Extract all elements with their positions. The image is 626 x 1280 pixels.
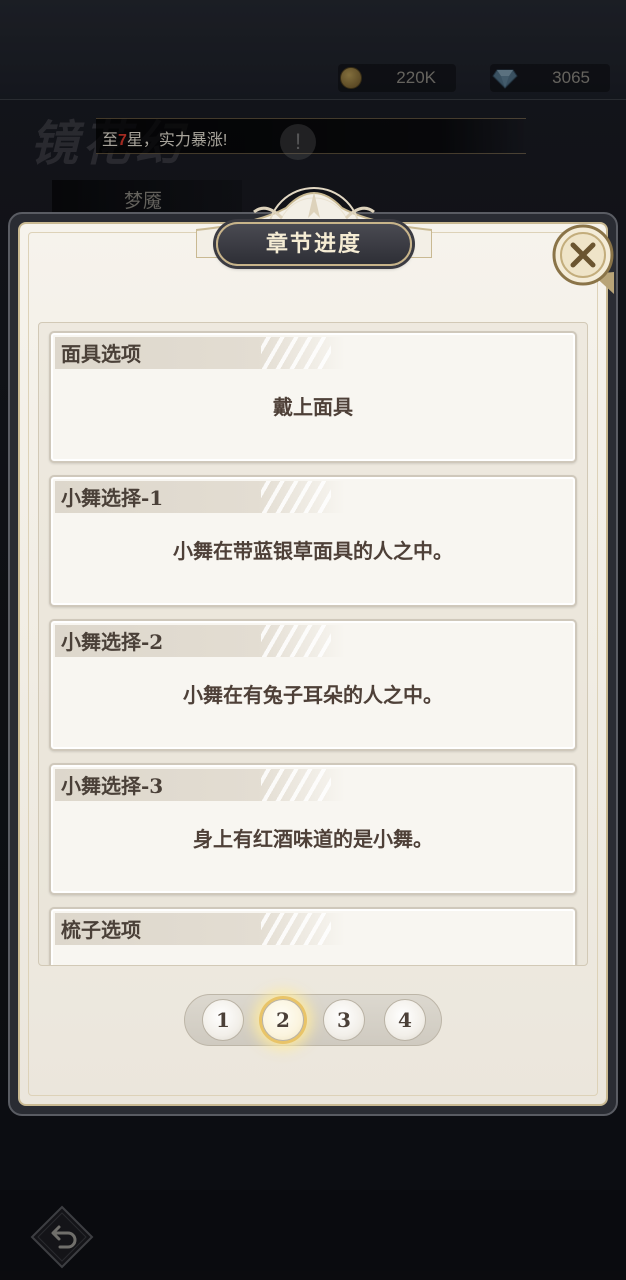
card-header-stripes [261, 481, 331, 513]
page-button-1[interactable]: 1 [202, 999, 244, 1041]
card-header-stripes [261, 625, 331, 657]
list-item[interactable]: 小舞选择-1 小舞在带蓝银草面具的人之中。 [49, 475, 577, 607]
page-button-3[interactable]: 3 [323, 999, 365, 1041]
page-button-2[interactable]: 2 [262, 999, 304, 1041]
page-button-4[interactable]: 4 [384, 999, 426, 1041]
card-header-stripes [261, 913, 331, 945]
card-header-stripes [261, 769, 331, 801]
card-title: 梳子选项 [61, 918, 141, 942]
list-item[interactable]: 小舞选择-2 小舞在有兔子耳朵的人之中。 [49, 619, 577, 751]
card-title: 小舞选择-3 [61, 774, 164, 798]
close-icon[interactable] [552, 222, 618, 294]
list-item[interactable]: 小舞选择-3 身上有红酒味道的是小舞。 [49, 763, 577, 895]
card-title: 面具选项 [61, 342, 141, 366]
list-item[interactable]: 面具选项 戴上面具 [49, 331, 577, 463]
list-item[interactable]: 梳子选项 [49, 907, 577, 965]
card-header-stripes [261, 337, 331, 369]
card-content: 身上有红酒味道的是小舞。 [193, 827, 433, 851]
card-content: 小舞在带蓝银草面具的人之中。 [173, 539, 453, 563]
card-content: 小舞在有兔子耳朵的人之中。 [183, 683, 443, 707]
card-title: 小舞选择-2 [61, 630, 164, 654]
dialog-title: 章节进度 [216, 222, 412, 266]
progress-list[interactable]: 面具选项 戴上面具 小舞选择-1 小舞在带蓝银草面具的人之中。 小舞选择-2 小… [38, 322, 588, 966]
card-content: 戴上面具 [273, 395, 353, 419]
card-title: 小舞选择-1 [61, 486, 164, 510]
